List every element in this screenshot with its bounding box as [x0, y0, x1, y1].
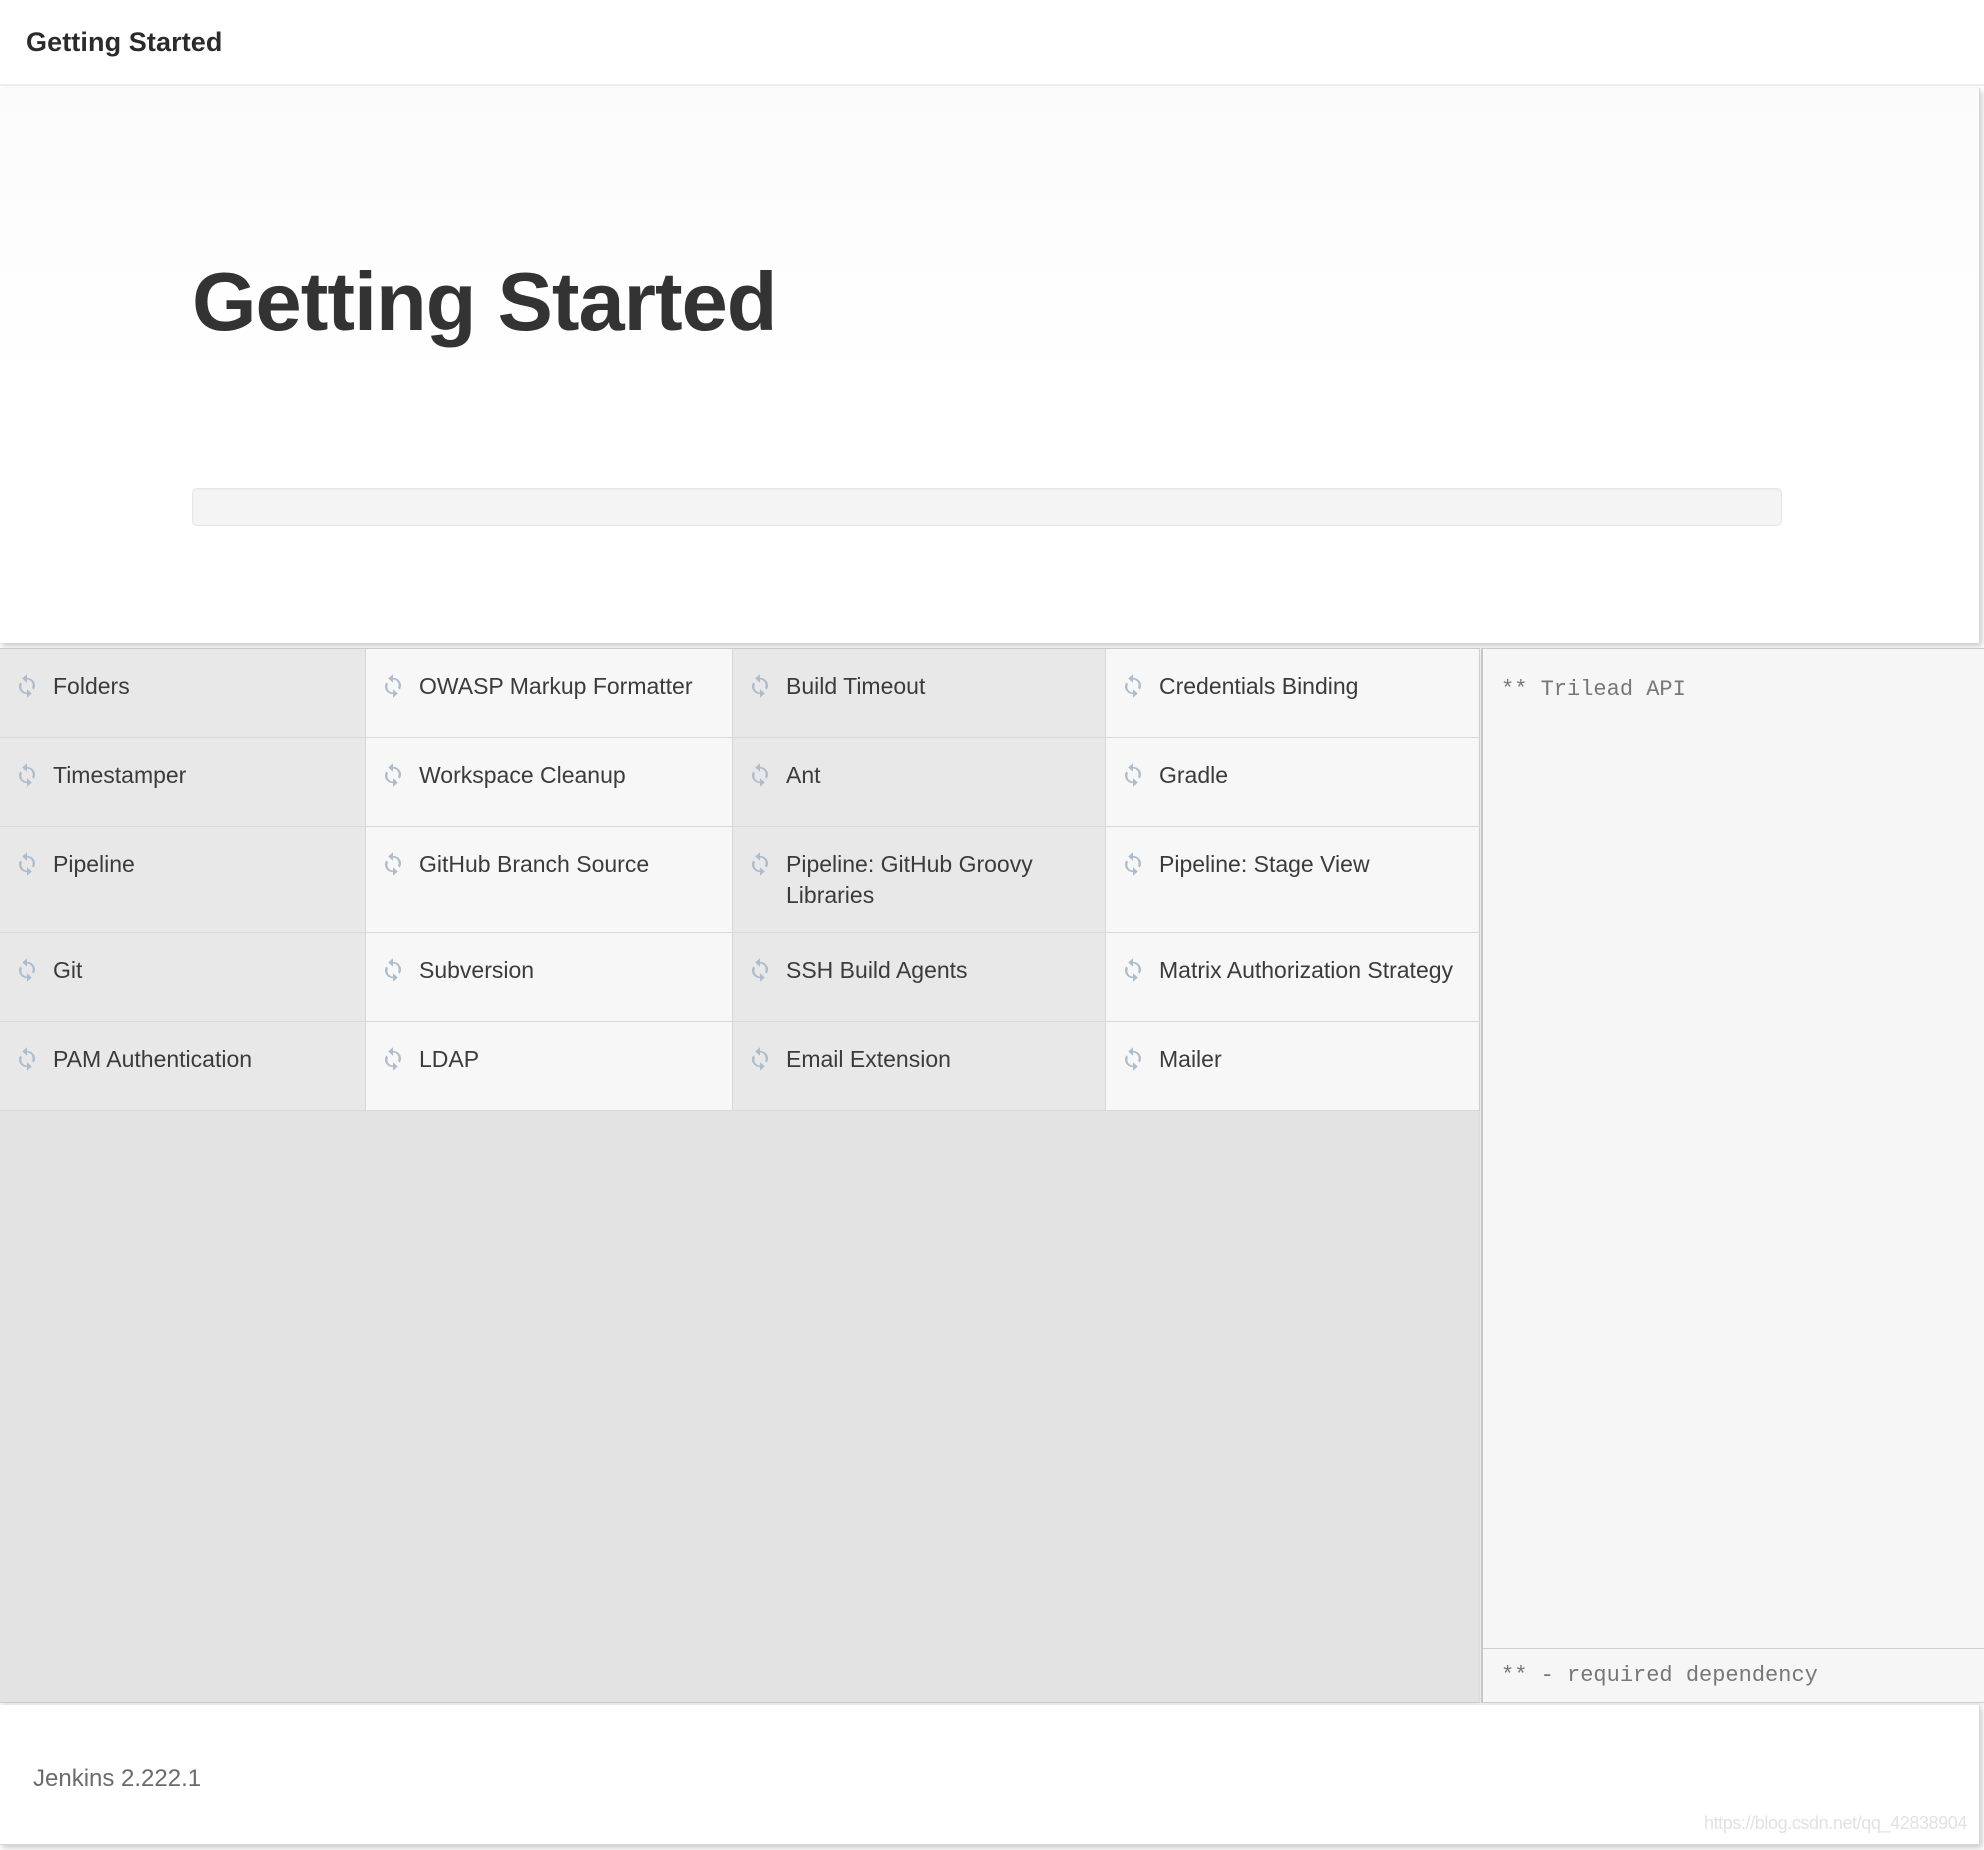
plugin-cell[interactable]: OWASP Markup Formatter [366, 649, 733, 738]
install-progress-bar [192, 488, 1782, 526]
plugin-grid: Folders OWASP Markup Formatter Build Timeo… [0, 648, 1480, 1112]
plugin-name-label: Credentials Binding [1159, 673, 1359, 699]
plugin-cell[interactable]: GitHub Branch Source [366, 827, 733, 934]
plugin-install-area: Folders OWASP Markup Formatter Build Timeo… [0, 648, 1984, 1703]
dependency-log: ** Trilead API [1483, 649, 1984, 1648]
plugin-cell[interactable]: Ant [733, 738, 1106, 827]
plugin-name-label: OWASP Markup Formatter [419, 673, 693, 699]
setup-wizard-hero: Getting Started [0, 88, 1980, 643]
plugin-cell[interactable]: Folders [0, 649, 366, 738]
sync-icon [384, 674, 402, 698]
plugin-cell[interactable]: Gradle [1106, 738, 1480, 827]
jenkins-version-label: Jenkins 2.222.1 [33, 1765, 202, 1792]
plugin-name-label: Email Extension [786, 1046, 951, 1073]
sync-icon [18, 958, 36, 982]
plugin-name-label: Workspace Cleanup [419, 762, 626, 788]
plugin-cell[interactable]: Email Extension [733, 1022, 1106, 1112]
plugin-cell[interactable]: Subversion [366, 933, 733, 1023]
sync-icon [751, 763, 769, 787]
sync-icon [751, 1047, 769, 1071]
plugin-cell[interactable]: Timestamper [0, 738, 366, 827]
plugin-name-label: Pipeline: GitHub Groovy Libraries [786, 851, 1033, 908]
sync-icon [18, 674, 36, 698]
plugin-name-label: Folders [53, 673, 130, 699]
page-root: Getting Started Getting Started Folders O… [0, 0, 1984, 1850]
page-footer: Jenkins 2.222.1 https://blog.csdn.net/qq… [0, 1705, 1980, 1845]
plugin-name-label: Ant [786, 762, 821, 788]
sync-icon [384, 1047, 402, 1071]
plugin-name-label: Git [53, 957, 83, 984]
sync-icon [1124, 958, 1142, 982]
sync-icon [18, 852, 36, 876]
plugin-name-label: Mailer [1159, 1046, 1222, 1073]
plugin-cell[interactable]: Workspace Cleanup [366, 738, 733, 827]
sync-icon [384, 958, 402, 982]
plugin-cell[interactable]: Credentials Binding [1106, 649, 1480, 738]
sync-icon [18, 1047, 36, 1071]
sync-icon [384, 852, 402, 876]
dependency-log-line: ** Trilead API [1501, 677, 1686, 702]
plugin-name-label: Subversion [419, 957, 535, 984]
plugin-name-label: Matrix Authorization Strategy [1159, 957, 1454, 984]
plugin-cell[interactable]: LDAP [366, 1022, 733, 1112]
sync-icon [18, 763, 36, 787]
sync-icon [751, 674, 769, 698]
plugin-cell[interactable]: Build Timeout [733, 649, 1106, 738]
plugin-name-label: Pipeline [53, 851, 135, 877]
plugin-cell[interactable]: PAM Authentication [0, 1022, 366, 1112]
plugin-cell[interactable]: SSH Build Agents [733, 933, 1106, 1023]
page-title: Getting Started [192, 255, 777, 348]
plugin-name-label: Timestamper [53, 762, 187, 788]
sync-icon [751, 852, 769, 876]
plugin-cell[interactable]: Git [0, 933, 366, 1023]
plugin-grid-container: Folders OWASP Markup Formatter Build Timeo… [0, 648, 1480, 1703]
dependency-panel: ** Trilead API ** - required dependency [1481, 648, 1984, 1703]
plugin-cell[interactable]: Pipeline [0, 827, 366, 934]
plugin-cell[interactable]: Mailer [1106, 1022, 1480, 1112]
plugin-name-label: Gradle [1159, 762, 1229, 788]
plugin-name-label: LDAP [419, 1046, 480, 1073]
plugin-name-label: SSH Build Agents [786, 957, 968, 984]
plugin-name-label: Pipeline: Stage View [1159, 851, 1370, 877]
sync-icon [384, 763, 402, 787]
plugin-cell[interactable]: Pipeline: GitHub Groovy Libraries [733, 827, 1106, 934]
plugin-cell[interactable]: Matrix Authorization Strategy [1106, 933, 1480, 1023]
plugin-name-label: Build Timeout [786, 673, 926, 699]
window-header: Getting Started [0, 0, 1984, 86]
sync-icon [1124, 1047, 1142, 1071]
plugin-name-label: PAM Authentication [53, 1046, 253, 1073]
plugin-cell[interactable]: Pipeline: Stage View [1106, 827, 1480, 934]
watermark-text: https://blog.csdn.net/qq_42838904 [1703, 1813, 1967, 1833]
sync-icon [1124, 763, 1142, 787]
dependency-footnote: ** - required dependency [1483, 1648, 1984, 1702]
sync-icon [1124, 852, 1142, 876]
plugin-name-label: GitHub Branch Source [419, 851, 650, 877]
sync-icon [1124, 674, 1142, 698]
sync-icon [751, 958, 769, 982]
window-title: Getting Started [26, 26, 223, 57]
